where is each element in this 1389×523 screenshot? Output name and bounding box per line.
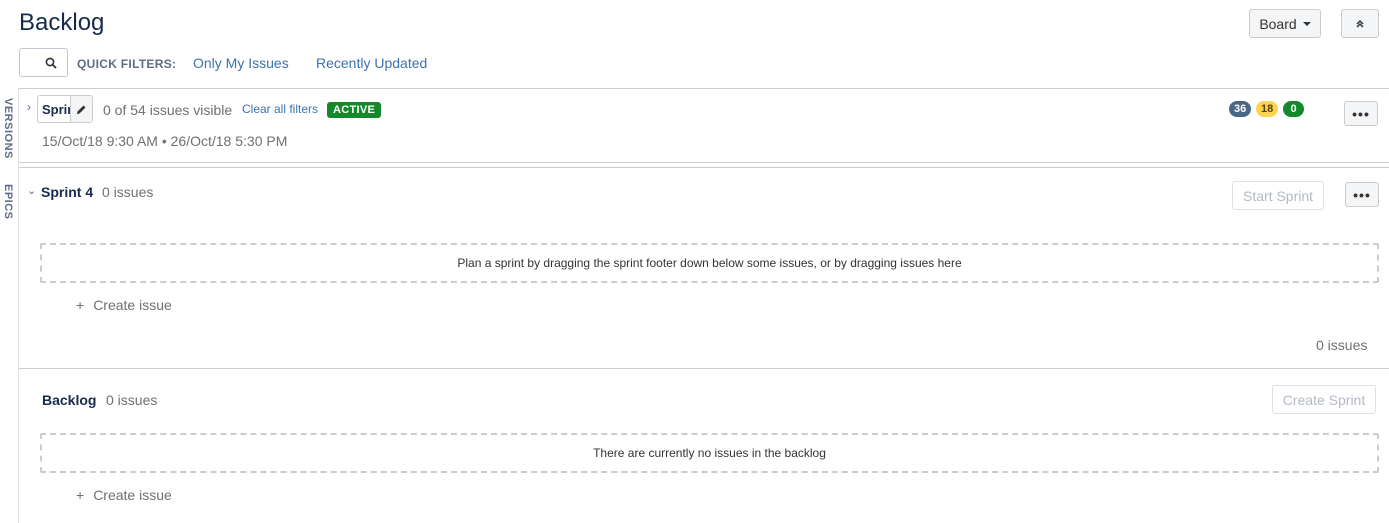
sprint-dropzone[interactable]: Plan a sprint by dragging the sprint foo… bbox=[40, 243, 1379, 283]
filter-only-my-issues[interactable]: Only My Issues bbox=[193, 55, 289, 71]
backlog-title: Backlog bbox=[42, 392, 97, 408]
done-count-badge: 0 bbox=[1283, 101, 1304, 117]
sprint-name-editor[interactable]: Sprint bbox=[37, 95, 93, 123]
page-title: Backlog bbox=[19, 9, 105, 36]
more-icon: ••• bbox=[1352, 105, 1370, 122]
create-issue-label: Create issue bbox=[93, 297, 172, 313]
sprint-4-title: Sprint 4 bbox=[41, 184, 94, 200]
quick-filters-label: QUICK FILTERS: bbox=[77, 57, 177, 71]
pencil-icon[interactable] bbox=[70, 96, 92, 122]
backlog-empty-text: There are currently no issues in the bac… bbox=[593, 446, 826, 460]
board-button-label: Board bbox=[1259, 15, 1297, 32]
divider bbox=[19, 167, 1389, 168]
tab-epics[interactable]: EPICS bbox=[2, 184, 14, 220]
sprint-4-footer-count: 0 issues bbox=[1316, 337, 1368, 353]
search-icon bbox=[45, 57, 57, 69]
in-progress-count-badge: 18 bbox=[1256, 101, 1279, 117]
create-issue-link[interactable]: + Create issue bbox=[76, 297, 172, 313]
more-icon: ••• bbox=[1353, 186, 1371, 203]
filter-recently-updated[interactable]: Recently Updated bbox=[316, 55, 427, 71]
collapse-button[interactable] bbox=[1341, 9, 1379, 38]
create-issue-link[interactable]: + Create issue bbox=[76, 487, 172, 503]
sprint-name: Sprint bbox=[42, 102, 72, 117]
chevron-down-icon[interactable]: ⌄ bbox=[27, 184, 36, 197]
search-input[interactable] bbox=[19, 48, 68, 77]
double-chevron-up-icon bbox=[1356, 19, 1364, 28]
sprint-4-count: 0 issues bbox=[102, 184, 154, 200]
divider bbox=[19, 162, 1389, 163]
plus-icon: + bbox=[76, 297, 85, 313]
divider bbox=[19, 88, 1389, 89]
issues-visible-text: 0 of 54 issues visible bbox=[103, 102, 233, 118]
tab-versions[interactable]: VERSIONS bbox=[2, 98, 14, 159]
todo-count-badge: 36 bbox=[1229, 101, 1252, 117]
plus-icon: + bbox=[76, 487, 85, 503]
board-button[interactable]: Board bbox=[1249, 9, 1321, 38]
divider bbox=[19, 368, 1389, 369]
dropzone-text: Plan a sprint by dragging the sprint foo… bbox=[457, 256, 962, 270]
backlog-count: 0 issues bbox=[106, 392, 158, 408]
caret-down-icon bbox=[1302, 21, 1311, 26]
status-badge: ACTIVE bbox=[327, 102, 382, 118]
backlog-dropzone[interactable]: There are currently no issues in the bac… bbox=[40, 433, 1379, 473]
create-issue-label: Create issue bbox=[93, 487, 172, 503]
sprint-4-more-button[interactable]: ••• bbox=[1345, 182, 1379, 207]
active-sprint-more-button[interactable]: ••• bbox=[1344, 101, 1378, 126]
create-sprint-button[interactable]: Create Sprint bbox=[1272, 385, 1376, 414]
start-sprint-button[interactable]: Start Sprint bbox=[1232, 181, 1324, 210]
chevron-right-icon[interactable]: › bbox=[27, 100, 31, 114]
side-rail: VERSIONS EPICS bbox=[0, 88, 19, 523]
sprint-dates: 15/Oct/18 9:30 AM • 26/Oct/18 5:30 PM bbox=[42, 133, 288, 149]
clear-filters-link[interactable]: Clear all filters bbox=[242, 102, 318, 116]
